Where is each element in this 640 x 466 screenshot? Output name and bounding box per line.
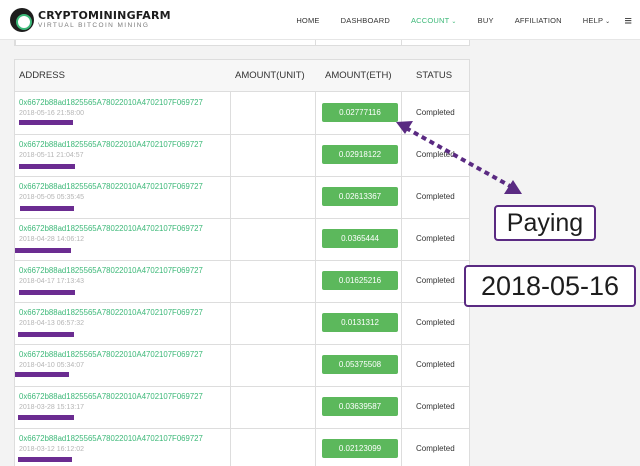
payment-date: 2018-03-12 16:12:02 [19, 446, 84, 453]
hamburger-menu-icon[interactable]: ≡ [624, 13, 632, 28]
redaction-bar [18, 332, 74, 337]
payment-date: 2018-03-28 15:13:17 [19, 404, 84, 411]
payment-date: 2018-05-11 21:04:57 [19, 152, 84, 159]
brand-logo[interactable]: CRYPTOMININGFARM VIRTUAL BITCOIN MINING [10, 6, 171, 34]
status-text: Completed [416, 108, 455, 117]
payment-date: 2018-04-13 06:57:32 [19, 320, 84, 327]
status-text: Completed [416, 444, 455, 453]
amount-eth-button[interactable]: 0.01625216 [322, 271, 398, 290]
payment-date: 2018-04-10 05:34:07 [19, 362, 84, 369]
table-row: 0x6672b88ad1825565A78022010A4702107F0697… [15, 93, 469, 135]
table-row: 0x6672b88ad1825565A78022010A4702107F0697… [15, 219, 469, 261]
previous-table-fragment [14, 40, 470, 46]
table-row: 0x6672b88ad1825565A78022010A4702107F0697… [15, 303, 469, 345]
table-row: 0x6672b88ad1825565A78022010A4702107F0697… [15, 387, 469, 429]
redaction-bar [19, 120, 73, 125]
date-callout: 2018-05-16 [464, 265, 636, 307]
address-link[interactable]: 0x6672b88ad1825565A78022010A4702107F0697… [19, 392, 203, 401]
status-text: Completed [416, 402, 455, 411]
status-text: Completed [416, 276, 455, 285]
table-row: 0x6672b88ad1825565A78022010A4702107F0697… [15, 261, 469, 303]
address-link[interactable]: 0x6672b88ad1825565A78022010A4702107F0697… [19, 350, 203, 359]
nav-buy[interactable]: BUY [478, 16, 494, 25]
arrow-head-end [504, 180, 522, 194]
address-link[interactable]: 0x6672b88ad1825565A78022010A4702107F0697… [19, 266, 203, 275]
redaction-bar [19, 290, 75, 295]
table-row: 0x6672b88ad1825565A78022010A4702107F0697… [15, 345, 469, 387]
amount-eth-button[interactable]: 0.02613367 [322, 187, 398, 206]
amount-eth-button[interactable]: 0.02123099 [322, 439, 398, 458]
header-amount-eth: AMOUNT(ETH) [325, 70, 392, 81]
redaction-bar [20, 206, 74, 211]
logo-icon [10, 8, 34, 32]
table-row: 0x6672b88ad1825565A78022010A4702107F0697… [15, 177, 469, 219]
brand-title: CRYPTOMININGFARM [38, 9, 171, 23]
chevron-down-icon: ⌄ [605, 18, 611, 25]
payment-date: 2018-05-16 21:58:00 [19, 110, 84, 117]
address-link[interactable]: 0x6672b88ad1825565A78022010A4702107F0697… [19, 182, 203, 191]
address-link[interactable]: 0x6672b88ad1825565A78022010A4702107F0697… [19, 308, 203, 317]
navbar: CRYPTOMININGFARM VIRTUAL BITCOIN MINING … [0, 0, 640, 40]
nav-help[interactable]: HELP ⌄ [583, 16, 611, 25]
nav-account-label: ACCOUNT [410, 15, 450, 25]
status-text: Completed [416, 192, 455, 201]
main-nav: HOME DASHBOARD ACCOUNT ⌄ BUY AFFILIATION … [275, 0, 632, 40]
address-link[interactable]: 0x6672b88ad1825565A78022010A4702107F0697… [19, 224, 203, 233]
table-header: ADDRESS AMOUNT(UNIT) AMOUNT(ETH) STATUS [15, 60, 469, 92]
table-row: 0x6672b88ad1825565A78022010A4702107F0697… [15, 429, 469, 466]
address-link[interactable]: 0x6672b88ad1825565A78022010A4702107F0697… [19, 434, 203, 443]
amount-eth-button[interactable]: 0.03639587 [322, 397, 398, 416]
nav-affiliation[interactable]: AFFILIATION [515, 16, 562, 25]
status-text: Completed [416, 318, 455, 327]
chevron-down-icon: ⌄ [451, 18, 457, 25]
header-address: ADDRESS [19, 70, 65, 81]
payments-table: ADDRESS AMOUNT(UNIT) AMOUNT(ETH) STATUS … [14, 59, 470, 466]
amount-eth-button[interactable]: 0.02777116 [322, 103, 398, 122]
nav-dashboard[interactable]: DASHBOARD [341, 16, 390, 25]
payment-date: 2018-04-28 14:06:12 [19, 236, 84, 243]
payment-date: 2018-05-05 05:35:45 [19, 194, 84, 201]
status-text: Completed [416, 234, 455, 243]
redaction-bar [15, 248, 71, 253]
status-text: Completed [416, 150, 455, 159]
brand-subtitle: VIRTUAL BITCOIN MINING [38, 22, 150, 30]
amount-eth-button[interactable]: 0.05375508 [322, 355, 398, 374]
page: CRYPTOMININGFARM VIRTUAL BITCOIN MINING … [0, 0, 640, 466]
redaction-bar [18, 415, 74, 420]
paying-callout: Paying [494, 205, 596, 241]
payment-date: 2018-04-17 17:13:43 [19, 278, 84, 285]
address-link[interactable]: 0x6672b88ad1825565A78022010A4702107F0697… [19, 140, 203, 149]
table-row: 0x6672b88ad1825565A78022010A4702107F0697… [15, 135, 469, 177]
amount-eth-button[interactable]: 0.0365444 [322, 229, 398, 248]
header-amount-unit: AMOUNT(UNIT) [235, 70, 305, 81]
amount-eth-button[interactable]: 0.0131312 [322, 313, 398, 332]
redaction-bar [15, 372, 69, 377]
redaction-bar [18, 457, 72, 462]
amount-eth-button[interactable]: 0.02918122 [322, 145, 398, 164]
nav-account[interactable]: ACCOUNT ⌄ [411, 16, 457, 25]
status-text: Completed [416, 360, 455, 369]
nav-home[interactable]: HOME [296, 16, 319, 25]
nav-help-label: HELP [582, 15, 604, 25]
redaction-bar [19, 164, 75, 169]
address-link[interactable]: 0x6672b88ad1825565A78022010A4702107F0697… [19, 98, 203, 107]
header-status: STATUS [416, 70, 453, 81]
